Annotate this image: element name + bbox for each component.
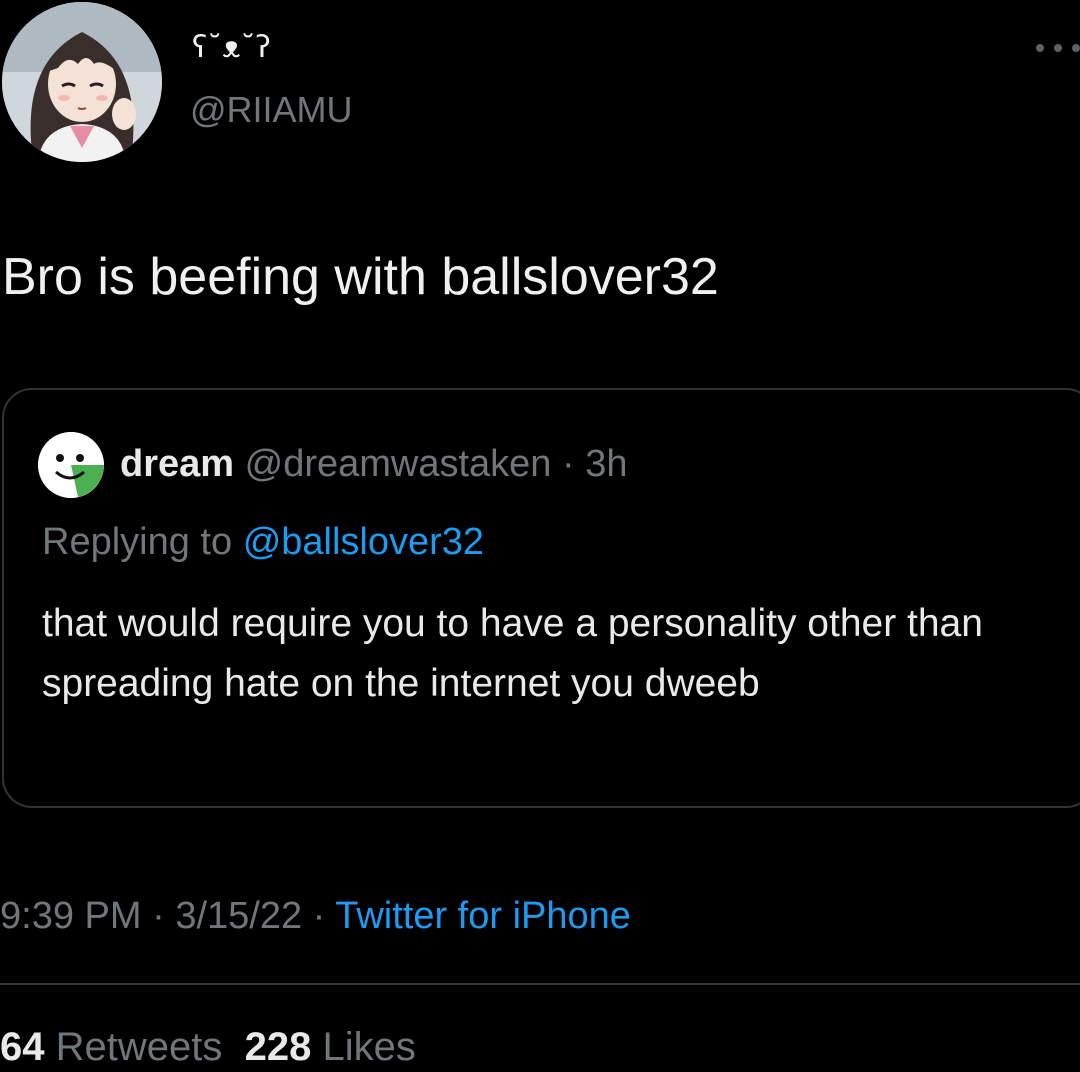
dream-mask-avatar-icon [38, 432, 104, 498]
more-options-button[interactable] [1036, 38, 1080, 58]
anime-avatar-icon [2, 2, 162, 162]
replying-to-link[interactable]: @ballslover32 [243, 521, 484, 563]
likes-label: Likes [322, 1025, 416, 1069]
tweet-text: Bro is beefing with ballslover32 [2, 248, 719, 306]
likes-stat[interactable]: 228 Likes [245, 1025, 416, 1069]
author-display-name[interactable]: ʕ˘ᴥ˘ʔ [192, 28, 271, 68]
quoted-tweet-text: that would require you to have a persona… [42, 602, 983, 705]
tweet-meta: 9:39 PM · 3/15/22 · Twitter for iPhone [0, 892, 631, 940]
tweet-stats: 64 Retweets 228 Likes [0, 1022, 416, 1072]
quoted-author-handle[interactable]: @dreamwastaken [245, 443, 552, 485]
tweet-date[interactable]: 3/15/22 [175, 895, 302, 937]
meta-separator: · [302, 895, 336, 937]
author-handle[interactable]: @RIIAMU [190, 88, 353, 132]
replying-to-label: Replying to [42, 521, 233, 563]
quoted-author-avatar[interactable] [38, 432, 104, 498]
more-dot-icon [1036, 44, 1044, 52]
quoted-tweet-header: dream @dreamwastaken · 3h [120, 440, 628, 488]
tweet-source-link[interactable]: Twitter for iPhone [335, 895, 631, 937]
more-dot-icon [1054, 44, 1062, 52]
retweets-label: Retweets [55, 1025, 223, 1069]
meta-separator: · [141, 895, 176, 937]
retweets-stat[interactable]: 64 Retweets [0, 1025, 222, 1069]
more-dot-icon [1072, 44, 1080, 52]
quoted-tweet-time[interactable]: 3h [585, 443, 627, 485]
replying-to-line: Replying to @ballslover32 [42, 518, 484, 566]
likes-count: 228 [244, 1025, 312, 1069]
quoted-author-name[interactable]: dream [120, 443, 234, 485]
divider [0, 983, 1080, 985]
tweet-time[interactable]: 9:39 PM [0, 895, 142, 937]
author-avatar[interactable] [2, 2, 162, 162]
retweets-count: 64 [0, 1025, 45, 1069]
header-separator: · [562, 443, 575, 485]
